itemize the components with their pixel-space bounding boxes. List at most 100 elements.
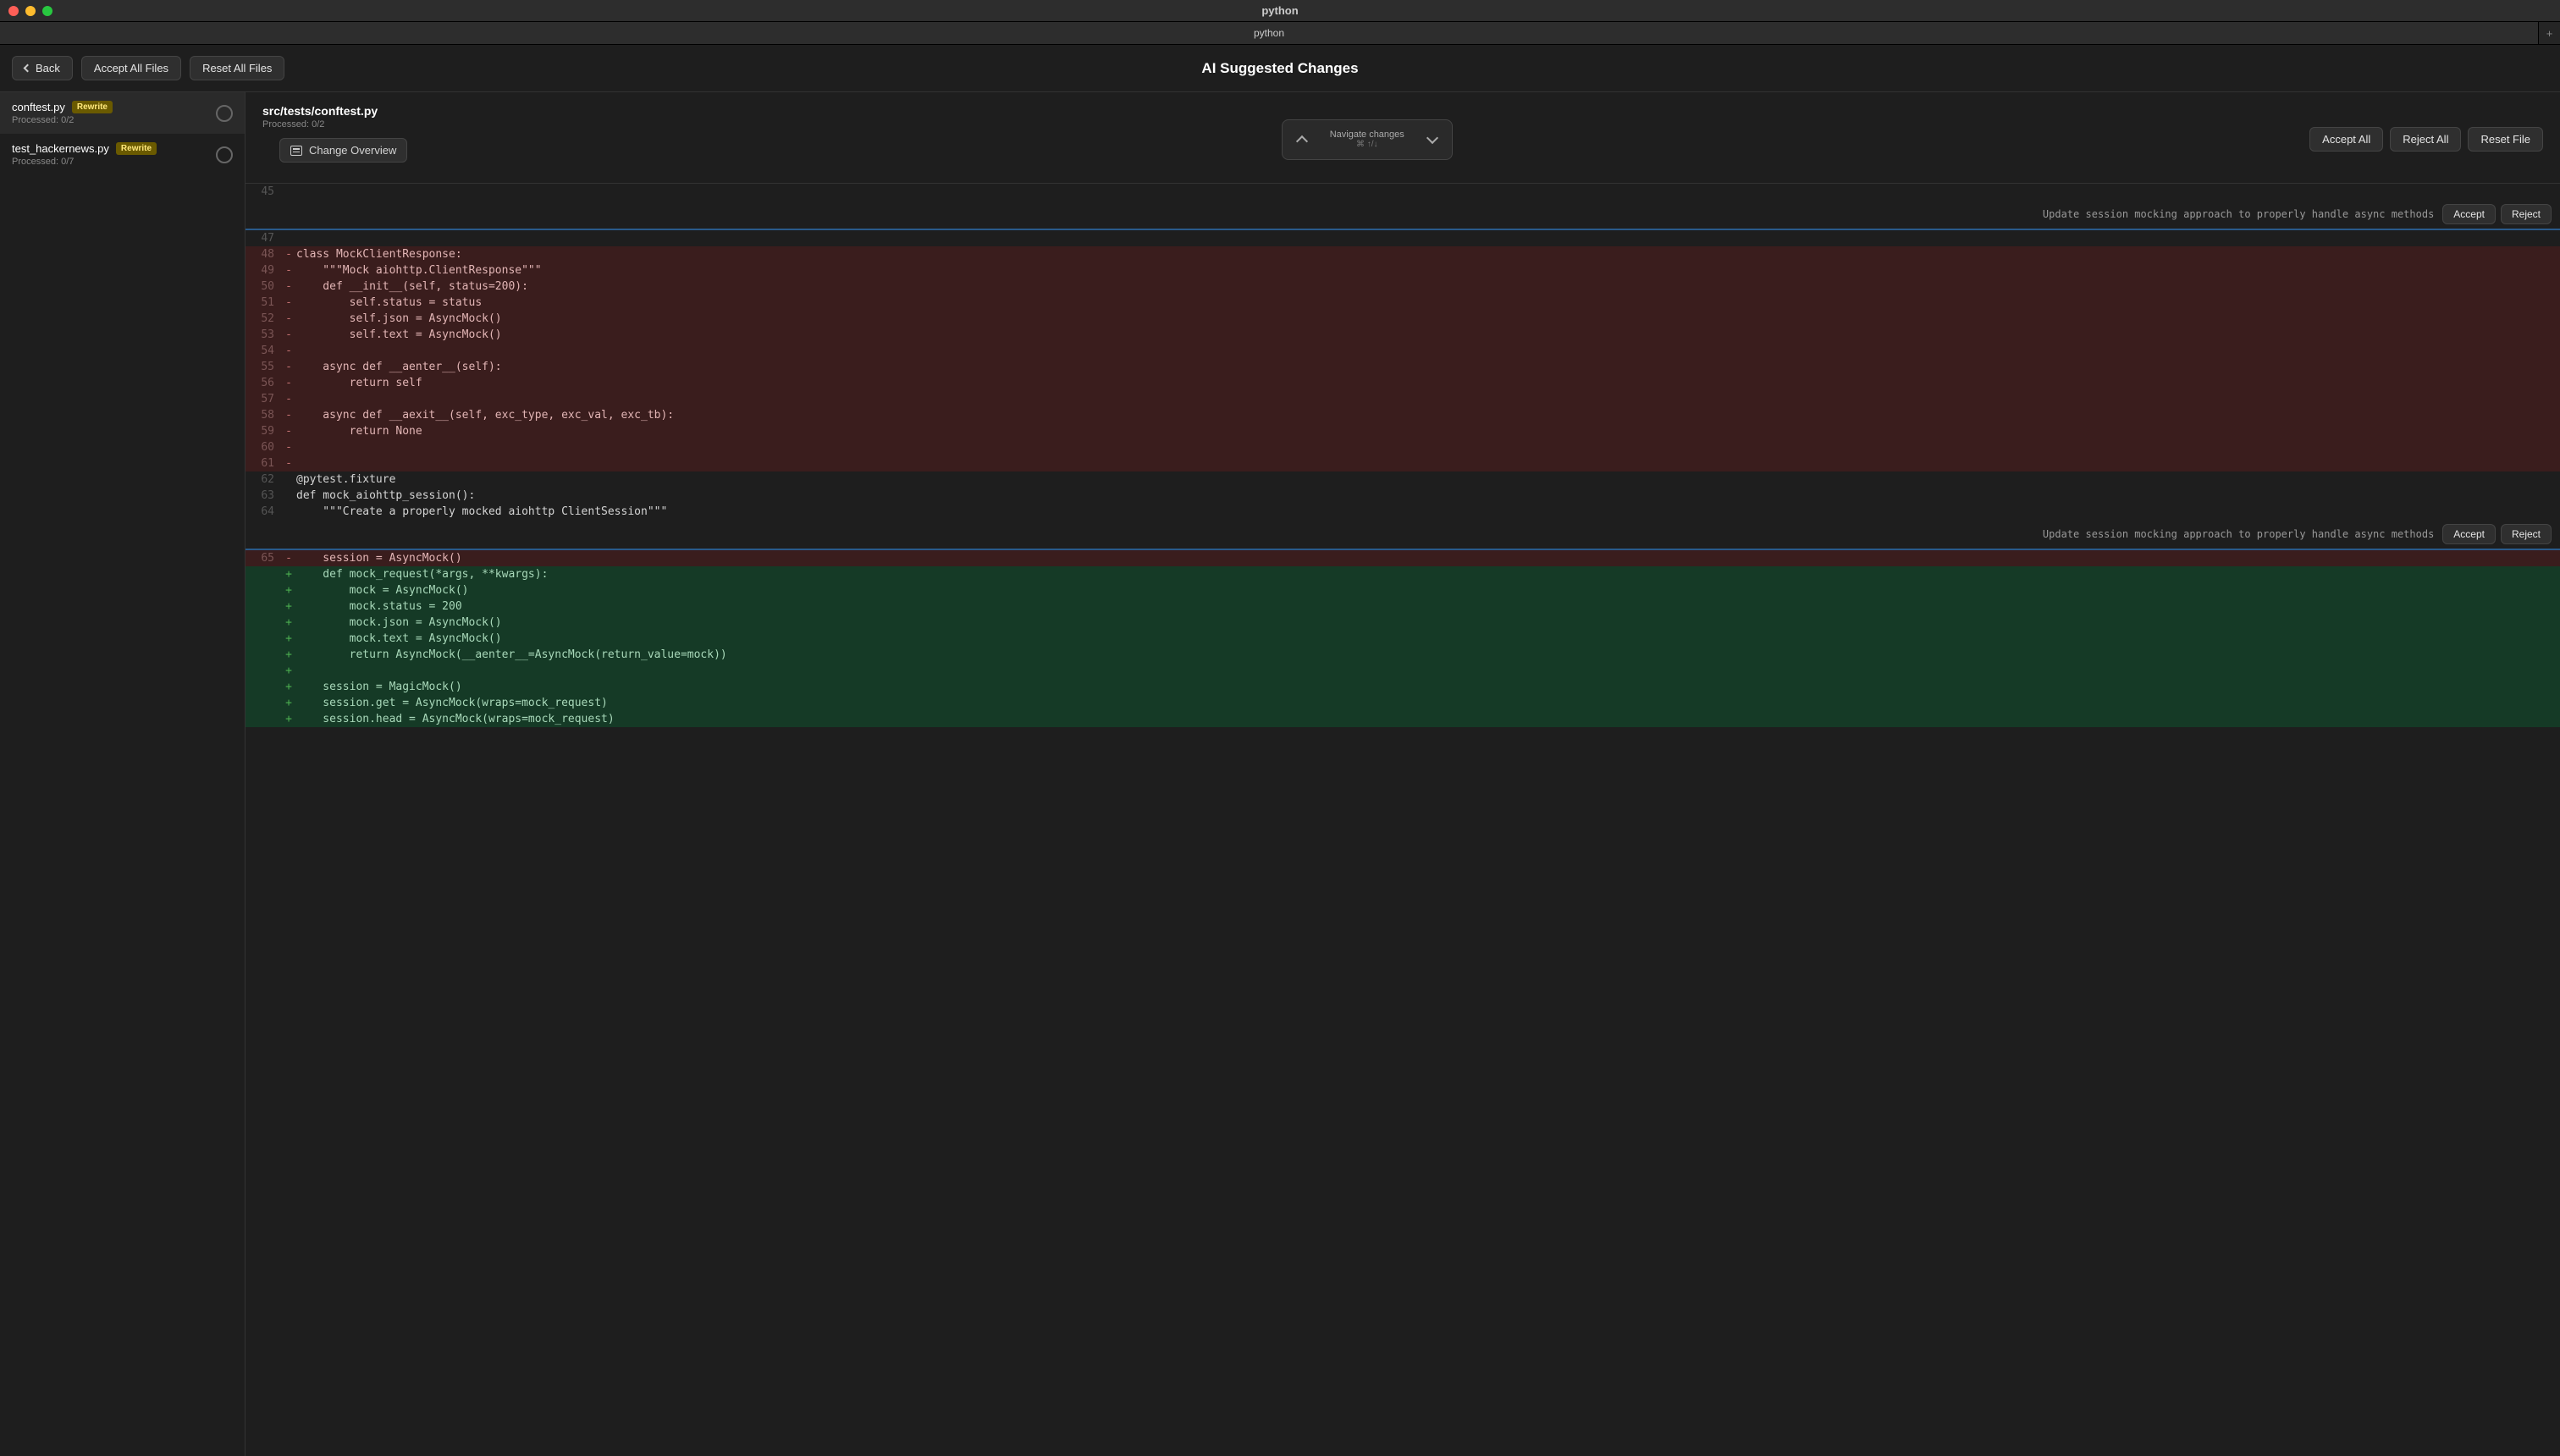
reset-all-files-button[interactable]: Reset All Files — [190, 56, 284, 80]
window-titlebar: python — [0, 0, 2560, 22]
code-line: + mock.text = AsyncMock() — [246, 631, 2560, 647]
line-number — [246, 615, 283, 631]
line-number: 65 — [246, 550, 283, 566]
code-text: session = AsyncMock() — [295, 550, 462, 566]
add-tab-button[interactable]: + — [2538, 22, 2560, 44]
traffic-lights — [0, 6, 52, 16]
rewrite-badge: Rewrite — [116, 142, 157, 155]
chevron-down-icon — [1426, 131, 1438, 143]
accept-all-files-button[interactable]: Accept All Files — [81, 56, 181, 80]
line-number: 59 — [246, 423, 283, 439]
diff-marker: - — [283, 375, 295, 391]
line-number: 50 — [246, 279, 283, 295]
page-title: AI Suggested Changes — [1201, 60, 1358, 77]
status-circle-icon — [216, 146, 233, 163]
diff-code[interactable]: 45 Update session mocking approach to pr… — [246, 184, 2560, 727]
line-number: 61 — [246, 455, 283, 472]
maximize-window-button[interactable] — [42, 6, 52, 16]
code-line: 57 - — [246, 391, 2560, 407]
file-item[interactable]: test_hackernews.py Rewrite Processed: 0/… — [0, 134, 245, 175]
line-number: 47 — [246, 230, 283, 246]
close-window-button[interactable] — [8, 6, 19, 16]
code-line: 65 - session = AsyncMock() — [246, 550, 2560, 566]
back-label: Back — [36, 62, 60, 74]
diff-marker: + — [283, 679, 295, 695]
diff-marker: - — [283, 279, 295, 295]
code-line: 54 - — [246, 343, 2560, 359]
diff-content: src/tests/conftest.py Processed: 0/2 Cha… — [246, 92, 2560, 1456]
next-change-button[interactable] — [1413, 120, 1452, 159]
diff-marker: + — [283, 711, 295, 727]
code-text: mock.text = AsyncMock() — [295, 631, 502, 647]
code-text — [295, 663, 296, 679]
minimize-window-button[interactable] — [25, 6, 36, 16]
code-text: return self — [295, 375, 422, 391]
reject-hunk-button[interactable]: Reject — [2501, 204, 2552, 224]
plus-icon: + — [2546, 27, 2553, 40]
code-text: session.head = AsyncMock(wraps=mock_requ… — [295, 711, 615, 727]
diff-marker: - — [283, 407, 295, 423]
diff-marker: + — [283, 582, 295, 598]
code-line: 59 - return None — [246, 423, 2560, 439]
toolbar: Back Accept All Files Reset All Files AI… — [0, 45, 2560, 92]
nav-label: Navigate changes — [1330, 130, 1404, 140]
code-line: 61 - — [246, 455, 2560, 472]
line-number — [246, 566, 283, 582]
diff-marker: - — [283, 246, 295, 262]
code-text: def __init__(self, status=200): — [295, 279, 528, 295]
tab-label: python — [1254, 27, 1284, 39]
file-processed: Processed: 0/2 — [262, 119, 424, 130]
change-overview-button[interactable]: Change Overview — [279, 138, 407, 163]
line-number: 60 — [246, 439, 283, 455]
nav-hint: ⌘ ↑/↓ — [1356, 140, 1378, 149]
code-text — [295, 391, 296, 407]
line-number — [246, 631, 283, 647]
file-processed: Processed: 0/2 — [12, 115, 113, 125]
file-name: test_hackernews.py — [12, 142, 109, 155]
code-line: 58 - async def __aexit__(self, exc_type,… — [246, 407, 2560, 423]
reject-hunk-button[interactable]: Reject — [2501, 524, 2552, 544]
accept-all-button[interactable]: Accept All — [2309, 127, 2383, 152]
diff-marker — [283, 504, 295, 520]
reject-all-button[interactable]: Reject All — [2390, 127, 2461, 152]
code-line: + return AsyncMock(__aenter__=AsyncMock(… — [246, 647, 2560, 663]
line-number — [246, 711, 283, 727]
code-text: async def __aenter__(self): — [295, 359, 502, 375]
accept-hunk-button[interactable]: Accept — [2442, 524, 2496, 544]
line-number: 58 — [246, 407, 283, 423]
content-header: src/tests/conftest.py Processed: 0/2 Cha… — [246, 92, 2560, 184]
code-line: + session.get = AsyncMock(wraps=mock_req… — [246, 695, 2560, 711]
line-number: 62 — [246, 472, 283, 488]
back-button[interactable]: Back — [12, 56, 73, 80]
file-item[interactable]: conftest.py Rewrite Processed: 0/2 — [0, 92, 245, 134]
line-number — [246, 647, 283, 663]
diff-marker — [283, 184, 295, 200]
code-text: return AsyncMock(__aenter__=AsyncMock(re… — [295, 647, 727, 663]
code-text: @pytest.fixture — [295, 472, 395, 488]
code-text: session.get = AsyncMock(wraps=mock_reque… — [295, 695, 608, 711]
code-text: class MockClientResponse: — [295, 246, 462, 262]
line-number — [246, 598, 283, 615]
overview-icon — [290, 146, 302, 156]
accept-hunk-button[interactable]: Accept — [2442, 204, 2496, 224]
code-line: + mock.json = AsyncMock() — [246, 615, 2560, 631]
code-text: self.status = status — [295, 295, 482, 311]
diff-marker: - — [283, 343, 295, 359]
code-text: mock.json = AsyncMock() — [295, 615, 502, 631]
code-text — [295, 455, 296, 472]
code-line: + — [246, 663, 2560, 679]
change-overview-label: Change Overview — [309, 144, 396, 157]
reset-file-button[interactable]: Reset File — [2468, 127, 2543, 152]
code-text: mock = AsyncMock() — [295, 582, 469, 598]
tab-python[interactable]: python — [0, 22, 2538, 44]
diff-marker: + — [283, 647, 295, 663]
hunk-description: Update session mocking approach to prope… — [2043, 527, 2434, 543]
diff-marker: - — [283, 455, 295, 472]
diff-marker — [283, 488, 295, 504]
code-text: session = MagicMock() — [295, 679, 462, 695]
file-path: src/tests/conftest.py — [262, 104, 424, 118]
line-number: 51 — [246, 295, 283, 311]
code-line: 52 - self.json = AsyncMock() — [246, 311, 2560, 327]
code-text: """Mock aiohttp.ClientResponse""" — [295, 262, 542, 279]
prev-change-button[interactable] — [1283, 120, 1321, 159]
